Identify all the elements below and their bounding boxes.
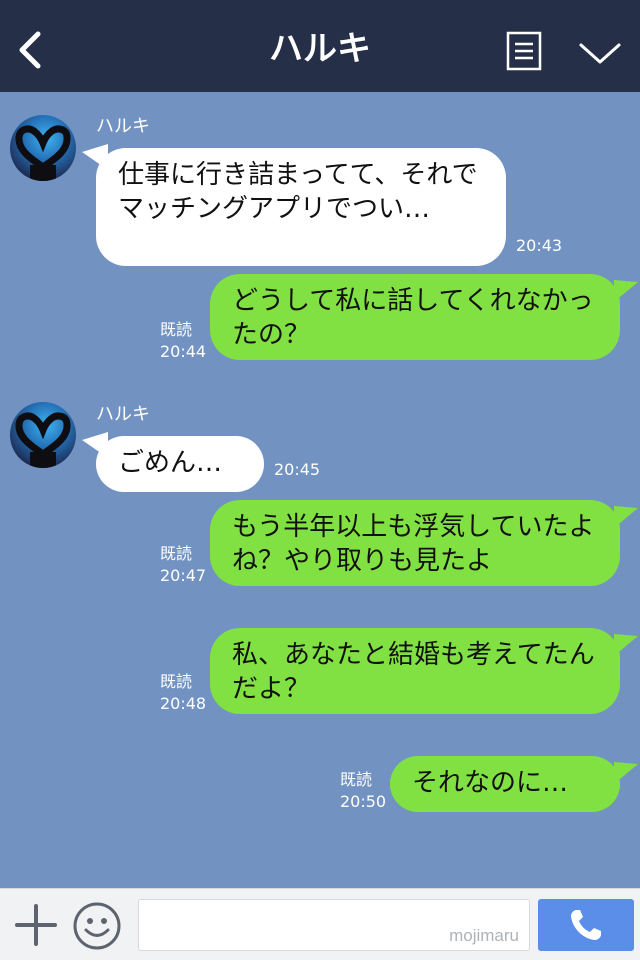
- read-receipt: 既読: [160, 544, 193, 563]
- message-bubble-outgoing[interactable]: 私、あなたと結婚も考えてたんだよ？: [210, 628, 620, 714]
- emoji-icon[interactable]: [72, 901, 122, 951]
- message-time: 20:43: [516, 236, 563, 255]
- chevron-down-icon[interactable]: [578, 38, 622, 68]
- message-bubble-outgoing[interactable]: それなのに…: [390, 756, 620, 812]
- message-list[interactable]: ハルキ 仕事に行き詰まってて、それでマッチングアプリでつい… 20:43 既読 …: [0, 92, 640, 888]
- heart-hands-image: [15, 412, 71, 468]
- heart-hands-image: [15, 125, 71, 181]
- watermark-text: mojimaru: [449, 926, 519, 945]
- message-time: 20:44: [160, 342, 207, 361]
- message-input[interactable]: mojimaru: [138, 899, 530, 951]
- bubble-tail: [614, 506, 638, 528]
- message-time: 20:47: [160, 566, 207, 585]
- message-bubble-incoming[interactable]: 仕事に行き詰まってて、それでマッチングアプリでつい…: [96, 148, 506, 266]
- message-time: 20:45: [274, 460, 321, 479]
- phone-icon: [571, 910, 601, 940]
- plus-icon[interactable]: [14, 903, 58, 947]
- message-bubble-outgoing[interactable]: もう半年以上も浮気していたよね？やり取りも見たよ: [210, 500, 620, 586]
- message-bubble-outgoing[interactable]: どうして私に話してくれなかったの？: [210, 274, 620, 360]
- avatar[interactable]: [10, 115, 76, 181]
- list-menu-icon[interactable]: [506, 31, 542, 71]
- read-receipt: 既読: [340, 770, 373, 789]
- read-receipt: 既読: [160, 320, 193, 339]
- sender-name: ハルキ: [96, 116, 150, 137]
- sender-name: ハルキ: [96, 404, 150, 425]
- avatar[interactable]: [10, 402, 76, 468]
- bubble-tail: [614, 280, 638, 302]
- message-time: 20:50: [340, 792, 387, 811]
- read-receipt: 既読: [160, 672, 193, 691]
- bubble-tail: [614, 634, 638, 656]
- call-button[interactable]: [538, 899, 634, 951]
- bubble-tail: [614, 762, 638, 784]
- message-time: 20:48: [160, 694, 207, 713]
- input-bar: mojimaru: [0, 888, 640, 960]
- message-bubble-incoming[interactable]: ごめん…: [96, 436, 264, 492]
- chat-title: ハルキ: [269, 29, 371, 69]
- chat-header: ハルキ: [0, 0, 640, 92]
